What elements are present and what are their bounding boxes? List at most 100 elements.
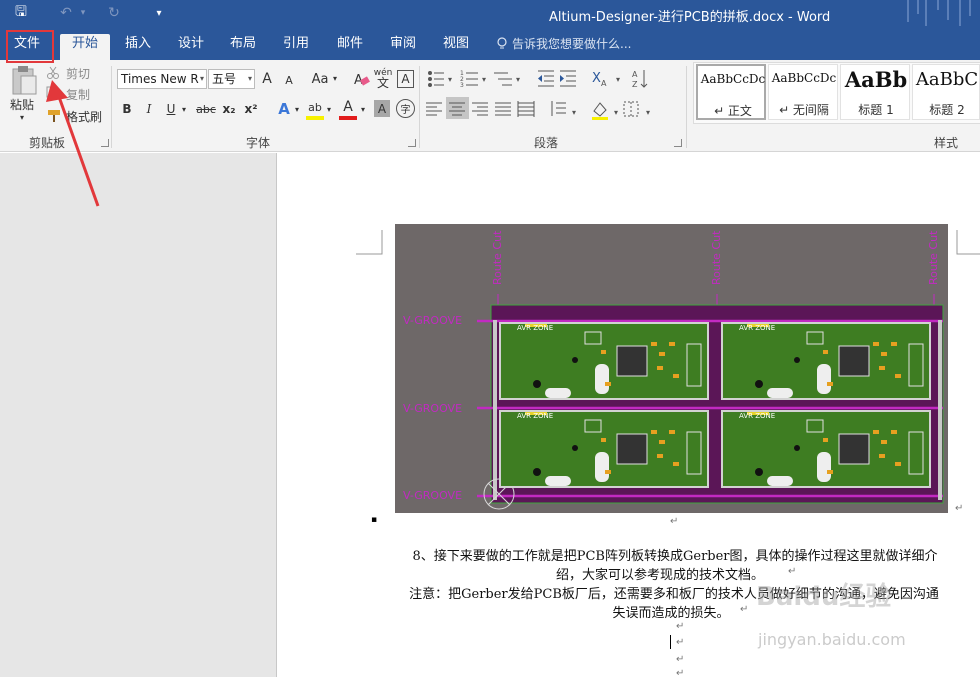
crop-mark xyxy=(956,230,980,255)
body-line[interactable]: 绍，大家可以参考现成的技术文档。 xyxy=(540,564,780,583)
strikethrough-button[interactable]: abc xyxy=(196,99,216,119)
svg-text:A: A xyxy=(632,70,638,79)
subscript-button[interactable]: x₂ xyxy=(220,99,238,119)
style-preview: AaBbCcDc xyxy=(771,71,837,85)
chevron-down-icon: ▾ xyxy=(247,74,252,83)
character-border-button[interactable]: A xyxy=(397,70,414,88)
tab-review[interactable]: 审阅 xyxy=(382,34,424,60)
body-line[interactable]: 8、接下来要做的工作就是把PCB阵列板转换成Gerber图，具体的操作过程这里就… xyxy=(398,545,952,564)
style-name: 标题 2 xyxy=(929,103,965,117)
tab-insert[interactable]: 插入 xyxy=(116,34,160,60)
body-line[interactable]: 失误而造成的损失。 xyxy=(606,602,736,621)
text-effects-button[interactable]: A xyxy=(275,98,293,120)
svg-text:▾: ▾ xyxy=(516,75,520,84)
ribbon-tabs: 文件 开始 插入 设计 布局 引用 邮件 审阅 视图 告诉我您想要做什么... xyxy=(0,27,980,60)
paragraph-mark: ↵ xyxy=(676,654,685,665)
underline-button[interactable]: U xyxy=(164,99,178,119)
watermark-url: jingyan.baidu.com xyxy=(758,630,906,649)
svg-text:▾: ▾ xyxy=(482,75,486,84)
separator xyxy=(686,66,687,148)
justify-icon xyxy=(495,102,511,116)
clear-formatting-icon[interactable]: A xyxy=(353,70,371,88)
redo-icon[interactable]: ↻ xyxy=(104,3,124,23)
phonetic-guide-button[interactable]: wén 文 xyxy=(374,66,393,90)
highlight-box xyxy=(6,30,54,63)
paragraph-group-label: 段落 xyxy=(533,136,558,150)
tab-references[interactable]: 引用 xyxy=(275,34,317,60)
style-preview: AaBbC xyxy=(915,69,979,90)
customize-qat-icon[interactable]: ▾ xyxy=(152,3,166,23)
chevron-down-icon[interactable]: ▾ xyxy=(325,103,333,115)
grow-font-button[interactable]: A xyxy=(259,69,275,89)
tab-view[interactable]: 视图 xyxy=(435,34,477,60)
highlight-color-bar xyxy=(306,116,324,120)
paste-icon[interactable] xyxy=(10,64,38,96)
cut-button[interactable]: 剪切 xyxy=(64,65,92,81)
multilevel-list-icon xyxy=(494,72,512,86)
font-group-label: 字体 xyxy=(245,136,270,150)
paste-dropdown-icon[interactable]: ▾ xyxy=(17,112,27,122)
board-label: AVR ZONE xyxy=(739,324,776,332)
svg-text:▾: ▾ xyxy=(614,108,618,117)
font-launcher-icon[interactable] xyxy=(408,139,416,147)
style-name: ↵ 正文 xyxy=(714,104,752,118)
change-case-button[interactable]: Aa xyxy=(309,69,331,89)
chevron-down-icon[interactable]: ▾ xyxy=(331,72,339,84)
crop-mark xyxy=(356,230,383,255)
pcb-components xyxy=(524,323,924,487)
tab-design[interactable]: 设计 xyxy=(170,34,212,60)
paragraph-mark: ↵ xyxy=(670,516,679,527)
tab-home[interactable]: 开始 xyxy=(60,34,110,60)
chevron-down-icon[interactable]: ▾ xyxy=(180,103,188,115)
pcb-panel-image[interactable]: Route Cut Route Cut Route Cut V-GROOVE V… xyxy=(395,224,948,513)
tab-mailings[interactable]: 邮件 xyxy=(329,34,371,60)
sort-icon: AZ xyxy=(632,70,648,89)
svg-text:▾: ▾ xyxy=(572,108,576,117)
style-no-spacing[interactable]: AaBbCcDc ↵ 无间隔 xyxy=(768,64,838,120)
enclose-characters-button[interactable]: 字 xyxy=(396,99,415,118)
svg-text:▾: ▾ xyxy=(616,75,620,84)
cut-icon[interactable] xyxy=(46,66,60,80)
chevron-down-icon[interactable]: ▾ xyxy=(293,103,301,115)
style-heading-2[interactable]: AaBbC 标题 2 xyxy=(912,64,980,120)
svg-text:3: 3 xyxy=(460,82,464,89)
highlight-button[interactable]: ab xyxy=(306,98,324,116)
font-name-field[interactable]: Times New R ▾ xyxy=(117,69,207,89)
font-size-value: 五号 xyxy=(212,72,237,86)
separator xyxy=(111,66,112,148)
paragraph-launcher-icon[interactable] xyxy=(674,139,682,147)
align-right-icon xyxy=(472,102,488,116)
separator xyxy=(419,66,420,148)
ribbon: 粘贴 ▾ 剪切 复制 格式刷 剪贴板 Times New R ▾ 五号 ▾ A A … xyxy=(0,60,980,152)
window-title: Altium-Designer-进行PCB的拼板.docx - Word xyxy=(549,10,831,25)
chevron-down-icon: ▾ xyxy=(199,74,204,83)
font-color-button[interactable]: A xyxy=(339,98,357,116)
undo-icon[interactable]: ↶ xyxy=(56,3,76,23)
style-preview: AaBb xyxy=(844,67,908,92)
paste-button[interactable]: 粘贴 xyxy=(7,96,37,112)
style-heading-1[interactable]: AaBb 标题 1 xyxy=(840,64,910,120)
title-bar: 🖫 ↶ ▾ ↻ ▾ Altium-Designer-进行PCB的拼板.docx … xyxy=(0,0,980,27)
bullet-mark: ▪ xyxy=(371,515,378,525)
title-decoration xyxy=(907,0,971,26)
svg-text:▾: ▾ xyxy=(646,108,650,117)
tab-layout[interactable]: 布局 xyxy=(222,34,264,60)
style-normal[interactable]: AaBbCcDc ↵ 正文 xyxy=(696,64,766,120)
increase-indent-icon xyxy=(560,70,576,87)
save-icon[interactable]: 🖫 xyxy=(10,3,32,23)
paragraph-mark: ↵ xyxy=(676,668,685,677)
bullets-icon xyxy=(428,71,444,87)
font-name-value: Times New R xyxy=(121,72,199,86)
italic-button[interactable]: I xyxy=(142,99,156,119)
distributed-icon xyxy=(517,101,535,117)
align-center-selected xyxy=(446,97,469,119)
shrink-font-button[interactable]: A xyxy=(282,71,296,89)
bold-button[interactable]: B xyxy=(119,99,135,119)
undo-menu-icon[interactable]: ▾ xyxy=(78,3,88,23)
lightbulb-icon xyxy=(497,36,507,48)
superscript-button[interactable]: x² xyxy=(242,99,260,119)
font-size-field[interactable]: 五号 ▾ xyxy=(208,69,255,89)
character-shading-button[interactable]: A xyxy=(374,100,390,117)
chevron-down-icon[interactable]: ▾ xyxy=(359,103,367,115)
tell-me-box[interactable]: 告诉我您想要做什么... xyxy=(496,35,631,52)
